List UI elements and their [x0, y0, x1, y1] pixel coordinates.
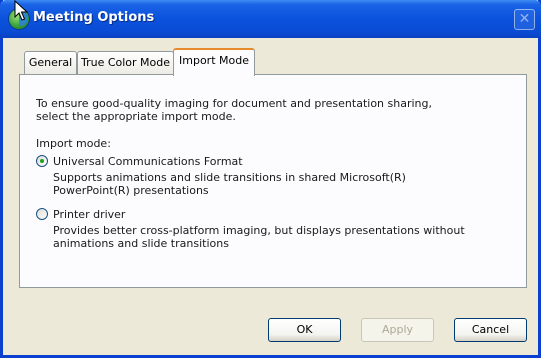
tab-import-mode-label: Import Mode — [179, 54, 249, 67]
intro-text-line1: To ensure good-quality imaging for docum… — [36, 97, 432, 110]
mouse-pointer-icon — [14, 0, 29, 21]
close-button[interactable]: ✕ — [514, 9, 535, 30]
ok-button-label: OK — [296, 323, 313, 336]
tab-import-mode[interactable]: Import Mode — [173, 48, 255, 76]
import-mode-panel: To ensure good-quality imaging for docum… — [19, 74, 527, 288]
printer-driver-radio[interactable] — [36, 208, 48, 220]
ucf-description-line1: Supports animations and slide transition… — [53, 171, 406, 184]
printer-driver-option-label[interactable]: Printer driver — [53, 208, 125, 221]
intro-text-line2: select the appropriate import mode. — [36, 110, 236, 123]
tab-true-color-mode[interactable]: True Color Mode — [77, 51, 174, 74]
printer-driver-description-line2: animations and slide transitions — [53, 237, 229, 250]
ok-button[interactable]: OK — [268, 318, 341, 342]
meeting-options-dialog: Meeting Options ✕ General True Color Mod… — [0, 0, 541, 358]
ucf-option-label[interactable]: Universal Communications Format — [53, 155, 243, 168]
window-title: Meeting Options — [33, 10, 155, 25]
import-mode-group-label: Import mode: — [36, 137, 111, 150]
title-bar[interactable]: Meeting Options ✕ — [0, 0, 541, 38]
tab-general-label: General — [28, 56, 73, 69]
apply-button-label: Apply — [381, 323, 414, 336]
cancel-button-label: Cancel — [471, 323, 510, 336]
apply-button[interactable]: Apply — [361, 318, 434, 342]
ucf-description-line2: PowerPoint(R) presentations — [53, 184, 209, 197]
tab-true-color-mode-label: True Color Mode — [80, 56, 171, 69]
cancel-button[interactable]: Cancel — [454, 318, 527, 342]
tab-general[interactable]: General — [24, 51, 77, 74]
printer-driver-description-line1: Provides better cross-platform imaging, … — [53, 224, 465, 237]
ucf-radio[interactable] — [36, 155, 48, 167]
close-icon: ✕ — [518, 11, 531, 27]
